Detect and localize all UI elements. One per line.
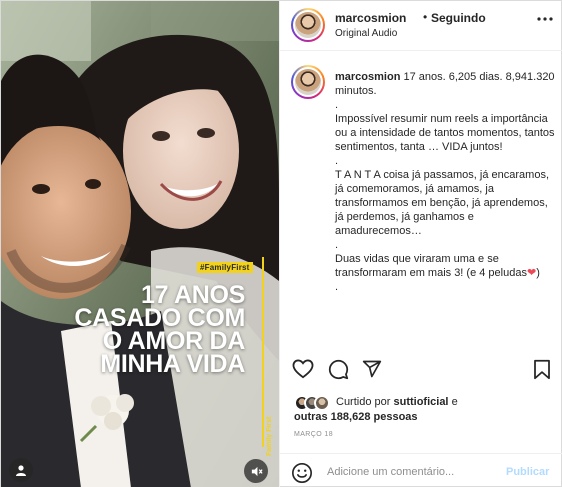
video-overlay-title: 17 ANOS CASADO COM O AMOR DA MINHA VIDA (74, 283, 245, 378)
likes-count-link[interactable]: outras 188,628 pessoas (294, 411, 418, 423)
caption-author-avatar[interactable] (291, 65, 325, 99)
comment-bubble-icon (328, 359, 348, 379)
liked-by-line: Curtido por suttioficial e (336, 396, 458, 408)
liked-by-prefix: Curtido por (336, 396, 391, 408)
comment-button[interactable] (326, 357, 350, 381)
following-button[interactable]: Seguindo (431, 11, 486, 25)
post-header: marcosmion • Seguindo Original Audio (280, 1, 562, 51)
caption-dot: . (335, 99, 339, 111)
post-side-panel: marcosmion • Seguindo Original Audio mar… (279, 1, 562, 487)
reel-video[interactable]: #FamilyFirst 17 ANOS CASADO COM O AMOR D… (1, 1, 279, 487)
red-heart-emoji: ❤ (526, 267, 537, 279)
caption-dot: . (335, 155, 339, 167)
mute-button[interactable] (244, 459, 268, 483)
caption-text: marcosmion 17 anos. 6,205 dias. 8,941.32… (335, 70, 555, 294)
tagged-people-button[interactable] (9, 458, 33, 482)
instagram-post: #FamilyFirst 17 ANOS CASADO COM O AMOR D… (0, 0, 562, 487)
action-bar (280, 353, 562, 383)
author-username[interactable]: marcosmion (335, 11, 406, 25)
caption-paragraph: T A N T A coisa já passamos, já encaramo… (335, 169, 550, 237)
vertical-brand-text: Family First (266, 416, 273, 456)
caption-area: marcosmion 17 anos. 6,205 dias. 8,941.32… (280, 52, 562, 345)
liked-by-user[interactable]: suttioficial (393, 396, 448, 408)
save-button[interactable] (530, 357, 554, 381)
post-date[interactable]: MARÇO 18 (294, 431, 333, 438)
publish-button[interactable]: Publicar (506, 466, 549, 478)
likes-summary: Curtido por suttioficial e outras 188,62… (294, 393, 556, 425)
author-avatar[interactable] (291, 8, 325, 42)
likes-count-line: outras 188,628 pessoas (294, 411, 418, 423)
smiley-icon (292, 463, 312, 483)
person-icon (16, 465, 26, 476)
heart-outline-icon (292, 359, 314, 379)
emoji-button[interactable] (291, 462, 313, 484)
comment-input[interactable] (327, 462, 497, 482)
speaker-muted-icon (251, 466, 263, 476)
paper-plane-icon (362, 360, 382, 378)
overlay-line: MINHA VIDA (100, 350, 245, 378)
audio-link[interactable]: Original Audio (335, 28, 397, 39)
separator-dot: • (423, 10, 428, 24)
like-button[interactable] (291, 357, 315, 381)
bookmark-icon (534, 359, 550, 379)
caption-dot: . (335, 239, 339, 251)
share-button[interactable] (360, 357, 384, 381)
caption-paragraph: Impossível resumir num reels a importânc… (335, 113, 555, 153)
add-comment-bar: Publicar (280, 453, 562, 487)
accent-line (262, 257, 264, 447)
hashtag-badge: #FamilyFirst (197, 262, 253, 273)
couple-photo (1, 1, 279, 487)
caption-username[interactable]: marcosmion (335, 71, 400, 83)
caption-dot: . (335, 281, 339, 293)
more-options-button[interactable] (535, 10, 555, 28)
caption-paragraph-last: Duas vidas que viraram uma e se transfor… (335, 253, 540, 279)
more-horizontal-icon (537, 17, 553, 21)
liked-by-conj: e (451, 396, 458, 408)
liker-avatar[interactable] (314, 395, 330, 411)
